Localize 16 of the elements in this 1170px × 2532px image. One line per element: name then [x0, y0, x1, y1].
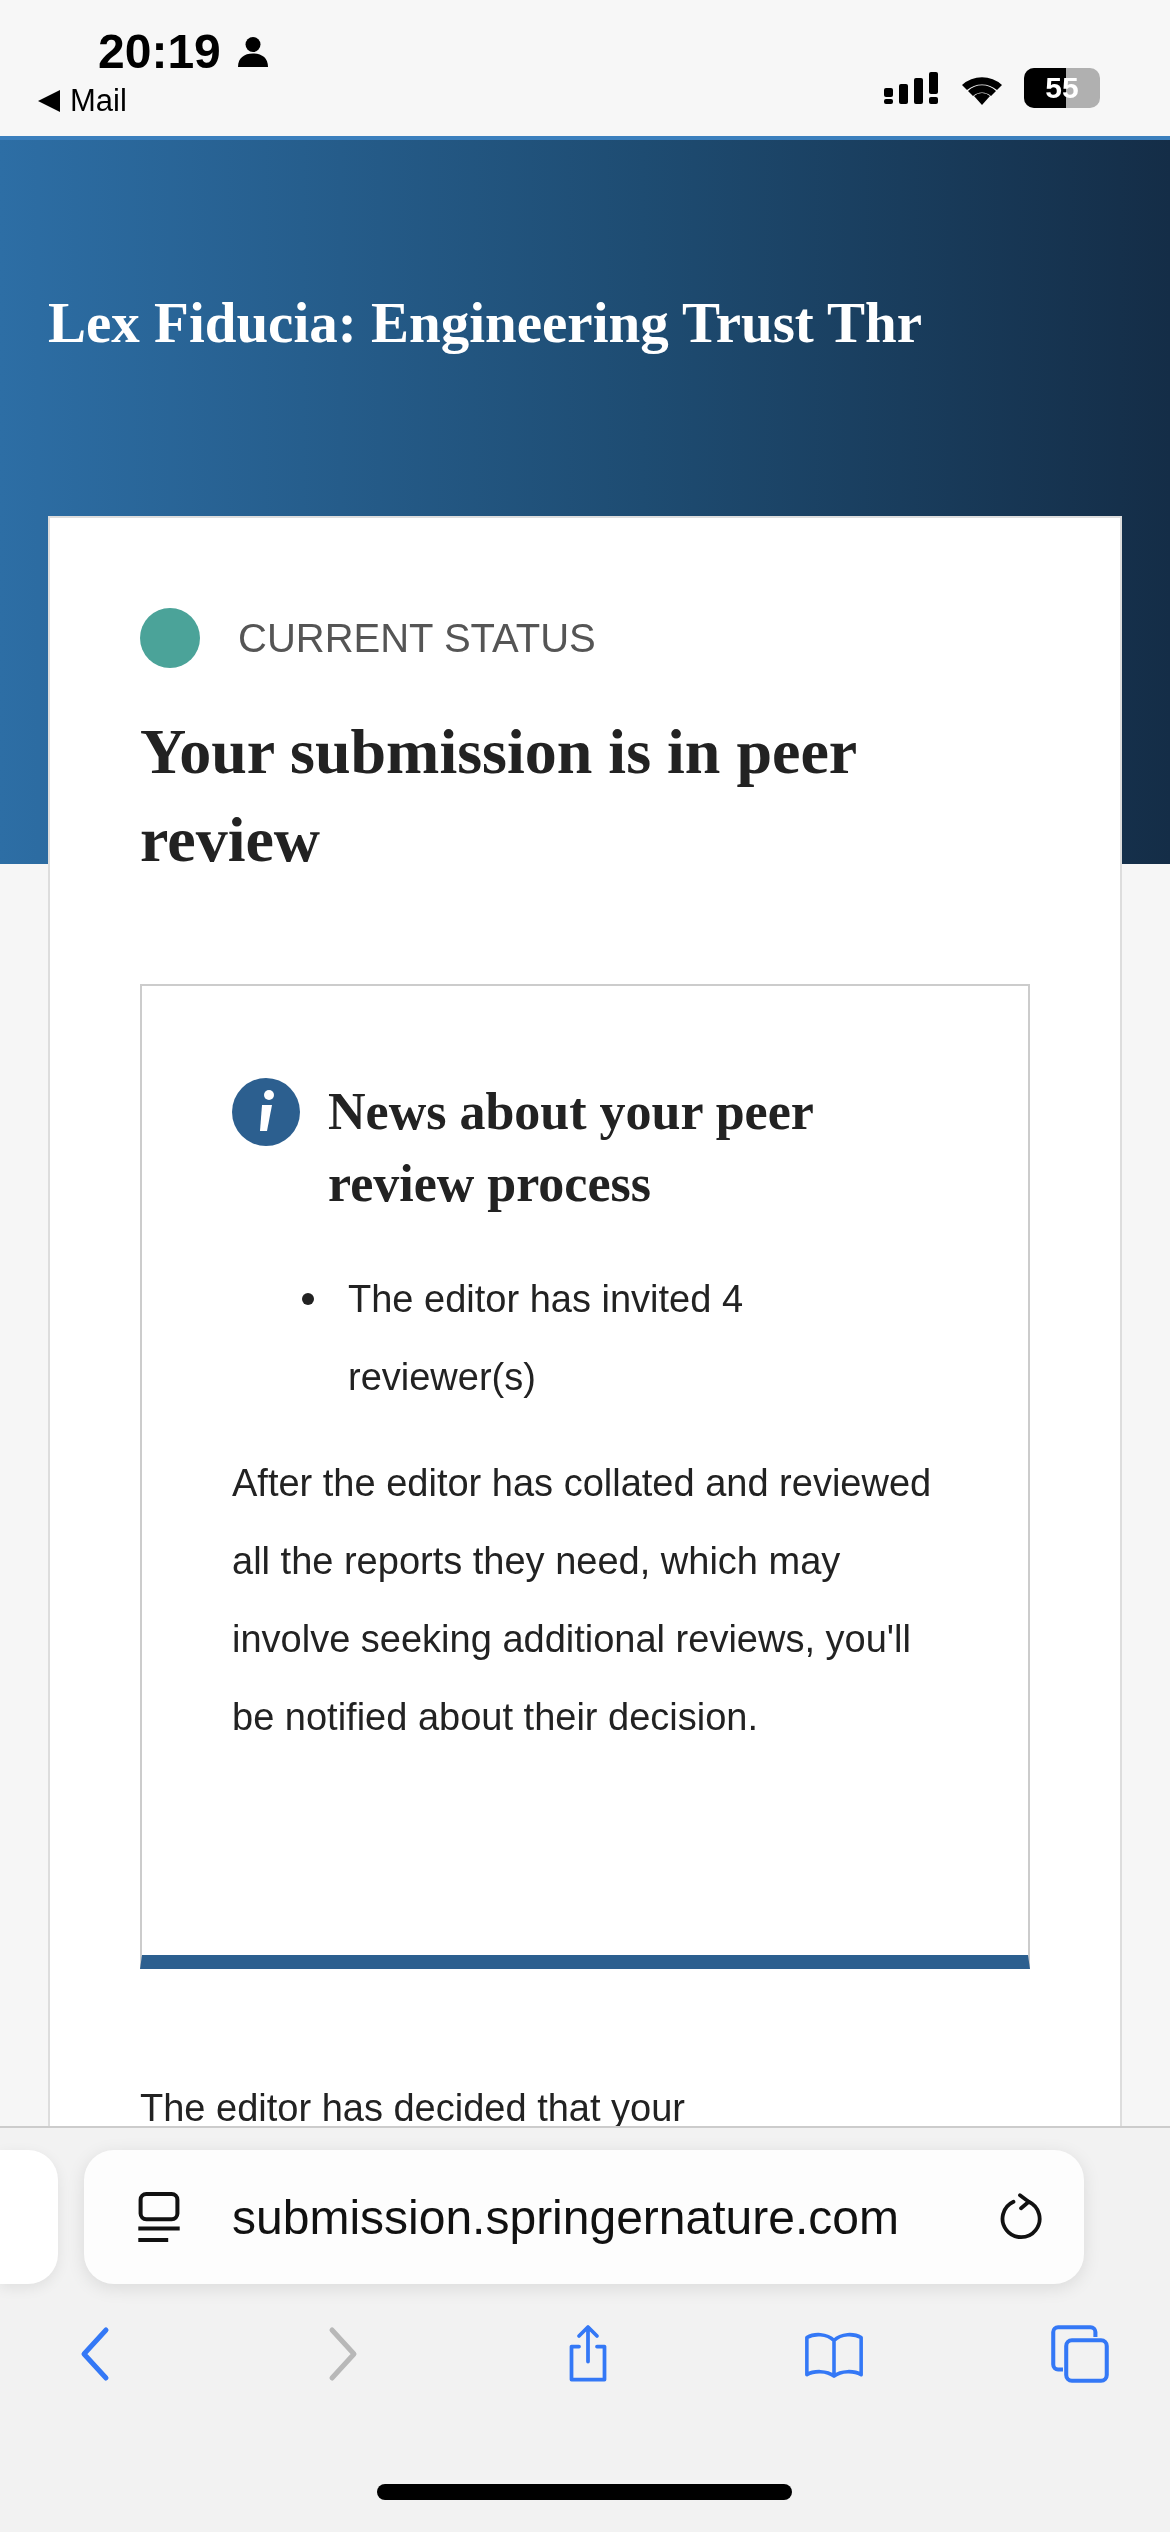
journal-title: Lex Fiducia: Engineering Trust Thr	[48, 290, 924, 355]
back-triangle-icon	[38, 90, 60, 112]
info-icon	[232, 1078, 300, 1146]
tabs-icon[interactable]	[1050, 2324, 1110, 2384]
status-label: CURRENT STATUS	[238, 615, 596, 661]
address-bar[interactable]: submission.springernature.com	[84, 2150, 1084, 2284]
status-heading: Your submission is in peer review	[140, 715, 858, 877]
news-paragraph: After the editor has collated and reviewed all the reports they need, which may involve seeking additional reviews, you'll be notified about their decision.	[232, 1461, 932, 1740]
bullet-dot	[302, 1293, 314, 1305]
decision-text: The editor has decided that your	[140, 2086, 686, 2131]
page-menu-icon[interactable]	[136, 2191, 182, 2243]
url-text: submission.springernature.com	[232, 2189, 900, 2245]
news-bullet: The editor has invited 4 reviewer(s)	[348, 1277, 744, 1400]
clock-time: 20:19	[98, 24, 221, 79]
news-title: News about your peer review process	[328, 1082, 814, 1214]
back-to-app-link[interactable]: Mail	[38, 83, 271, 119]
